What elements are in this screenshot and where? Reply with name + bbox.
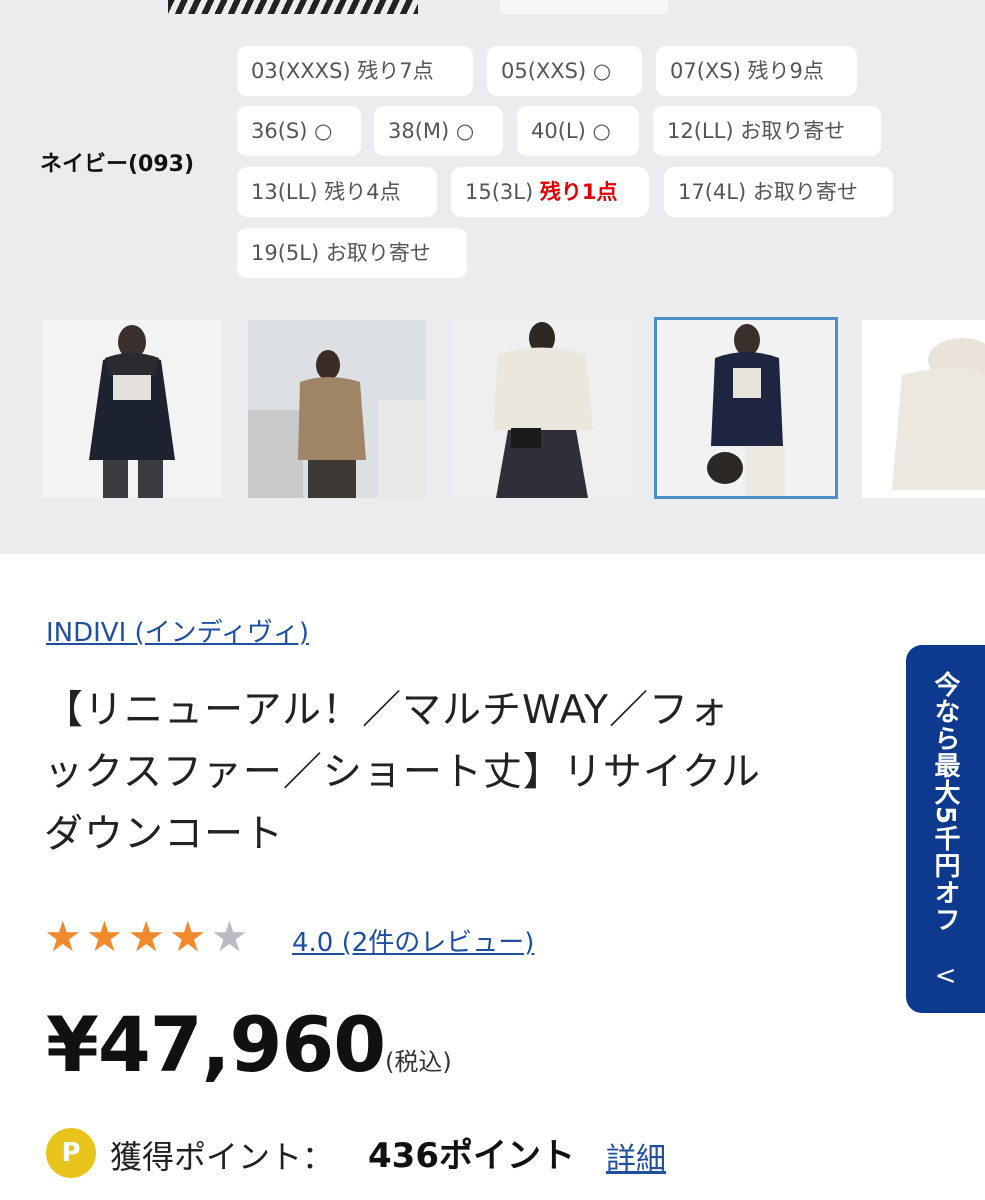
size-chip[interactable]: 36(S) ○ — [237, 106, 361, 156]
size-chip[interactable]: 38(M) ○ — [374, 106, 503, 156]
size-chip[interactable]: 17(4L) お取り寄せ — [664, 167, 893, 217]
size-code: 17(4L) — [678, 180, 747, 204]
star-empty-icon: ★ — [210, 912, 249, 961]
size-code: 15(3L) — [465, 180, 534, 204]
size-code: 38(M) — [388, 119, 450, 143]
size-code: 12(LL) — [667, 119, 734, 143]
star-filled-icon: ★ — [127, 912, 165, 961]
size-stock: 残り7点 — [357, 59, 434, 83]
size-chip[interactable]: 05(XXS) ○ — [487, 46, 642, 96]
product-title-line: ックスファー／ショート丈】リサイクル — [44, 750, 761, 795]
size-chip[interactable]: 40(L) ○ — [517, 106, 639, 156]
image-fragment — [500, 0, 668, 14]
product-title-line: ダウンコート — [44, 812, 285, 857]
size-chip[interactable]: 07(XS) 残り9点 — [656, 46, 857, 96]
product-thumbnail[interactable] — [453, 320, 631, 498]
size-stock: お取り寄せ — [752, 180, 858, 204]
rating-stars: ★ ★ ★ ★ ★ — [44, 915, 248, 959]
size-stock: ○ — [314, 119, 333, 143]
size-chip[interactable]: 12(LL) お取り寄せ — [653, 106, 881, 156]
star-filled-icon: ★ — [44, 912, 82, 961]
points-value: 436ポイント — [368, 1136, 575, 1176]
size-code: 03(XXXS) — [251, 59, 351, 83]
size-chip[interactable]: 19(5L) お取り寄せ — [237, 228, 467, 278]
size-stock-low: 残り1点 — [539, 180, 618, 204]
size-stock: お取り寄せ — [740, 119, 846, 143]
points-icon: P — [46, 1128, 96, 1178]
brand-link[interactable]: INDIVI (インディヴィ) — [46, 612, 309, 649]
color-option-label: ネイビー(093) — [40, 152, 195, 177]
product-thumbnail[interactable] — [248, 320, 426, 498]
zebra-pattern-image — [168, 0, 418, 14]
size-stock: ○ — [592, 119, 611, 143]
product-thumbnail[interactable] — [862, 320, 985, 498]
promo-side-banner[interactable]: 今なら最大5千円オフ < — [906, 645, 985, 1013]
star-filled-icon: ★ — [85, 912, 124, 961]
size-stock: 残り4点 — [324, 180, 401, 204]
product-thumbnail-selected[interactable] — [654, 317, 838, 499]
product-title-line: 【リニューアル！／マルチWAY／フォ — [44, 688, 729, 733]
star-filled-icon: ★ — [168, 912, 207, 961]
size-code: 07(XS) — [670, 59, 741, 83]
size-chip[interactable]: 03(XXXS) 残り7点 — [237, 46, 473, 96]
points-detail-link[interactable]: 詳細 — [606, 1134, 666, 1178]
size-code: 05(XXS) — [501, 59, 587, 83]
size-stock: お取り寄せ — [325, 241, 431, 265]
review-link[interactable]: 4.0 (2件のレビュー) — [292, 922, 534, 959]
tax-note: (税込) — [385, 1048, 452, 1076]
price: ¥47,960 — [46, 1000, 386, 1089]
size-stock: ○ — [592, 59, 612, 83]
top-image-strip — [0, 0, 985, 14]
size-chip[interactable]: 15(3L) 残り1点 — [451, 167, 649, 217]
product-title: 【リニューアル！／マルチWAY／フォ ックスファー／ショート丈】リサイクル ダウ… — [44, 680, 914, 866]
chevron-left-icon: < — [934, 961, 957, 991]
size-code: 40(L) — [531, 119, 586, 143]
promo-text: 今なら最大5千円オフ — [930, 671, 960, 934]
size-code: 36(S) — [251, 119, 308, 143]
size-stock: 残り9点 — [747, 59, 824, 83]
size-stock: ○ — [455, 119, 475, 143]
size-code: 13(LL) — [251, 180, 318, 204]
size-code: 19(5L) — [251, 241, 320, 265]
size-chip[interactable]: 13(LL) 残り4点 — [237, 167, 437, 217]
product-thumbnail[interactable] — [43, 320, 221, 498]
points-label: 獲得ポイント： — [110, 1138, 335, 1176]
